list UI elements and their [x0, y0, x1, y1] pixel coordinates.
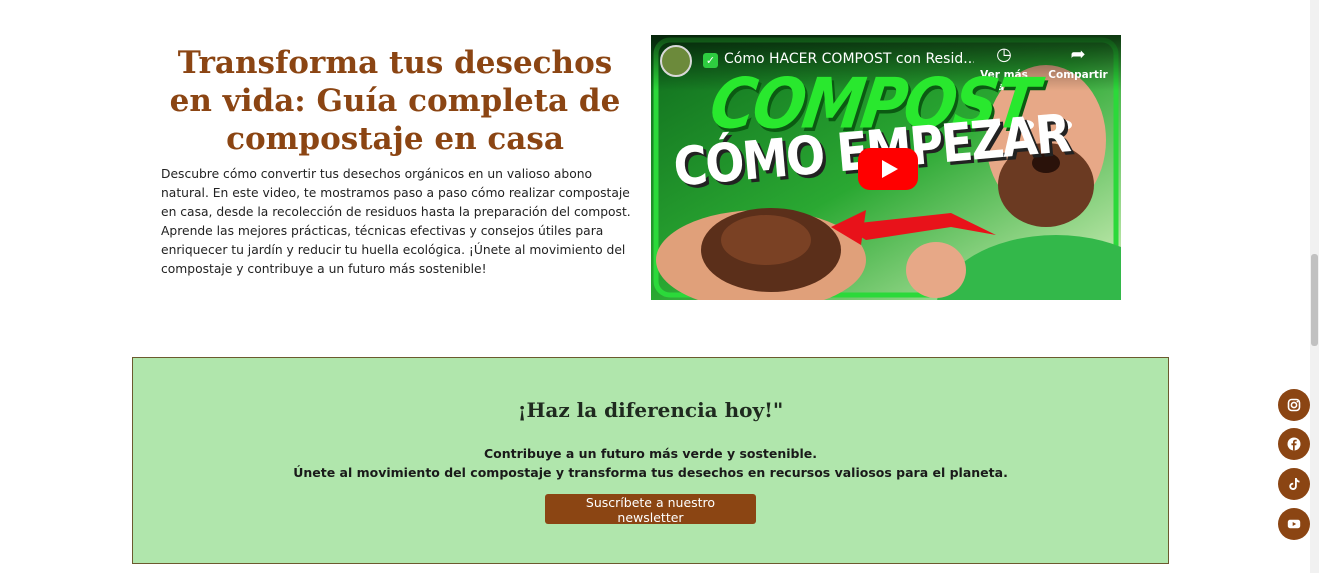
channel-avatar[interactable] [660, 45, 692, 77]
callout-line-2: Únete al movimiento del compostaje y tra… [293, 465, 1008, 480]
scrollbar-thumb[interactable] [1311, 254, 1318, 346]
share-icon: ➦ [1070, 44, 1086, 65]
hero-description: Descubre cómo convertir tus desechos org… [161, 167, 631, 276]
callout-text: Contribuye a un futuro más verde y soste… [133, 444, 1168, 482]
video-embed[interactable]: ✓ Cómo HACER COMPOST con Resid... ◷ Ver … [651, 35, 1121, 300]
facebook-icon[interactable] [1278, 428, 1310, 460]
page-title: Transforma tus desechos en vida: Guía co… [169, 45, 621, 157]
instagram-icon[interactable] [1278, 389, 1310, 421]
callout-line-1: Contribuye a un futuro más verde y soste… [483, 446, 818, 461]
play-button[interactable] [858, 148, 918, 190]
share-label: Compartir [1048, 69, 1108, 81]
newsletter-callout: ¡Haz la diferencia hoy!" Contribuye a un… [132, 357, 1169, 564]
callout-title: ¡Haz la diferencia hoy!" [517, 398, 784, 422]
subscribe-newsletter-button[interactable]: Suscríbete a nuestro newsletter [545, 494, 756, 525]
share-button[interactable]: ➦ Compartir [1043, 44, 1113, 82]
tiktok-icon[interactable] [1278, 468, 1310, 500]
youtube-icon[interactable] [1278, 508, 1310, 540]
